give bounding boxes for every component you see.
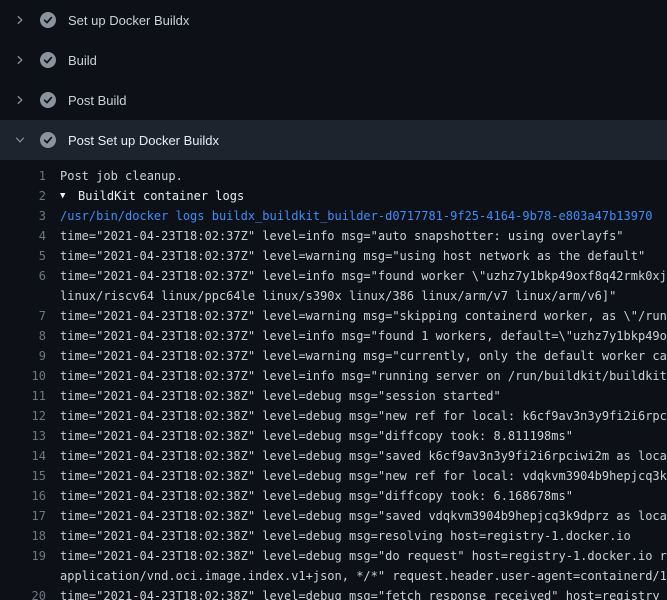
- log-line: 5 time="2021-04-23T18:02:37Z" level=warn…: [0, 246, 667, 266]
- job-log-panel: Set up Docker Buildx Build P: [0, 0, 667, 600]
- line-number[interactable]: 5: [0, 246, 46, 266]
- log-text: linux/riscv64 linux/ppc64le linux/s390x …: [60, 286, 616, 306]
- step-title: Build: [68, 53, 97, 68]
- log-text: time="2021-04-23T18:02:38Z" level=debug …: [60, 406, 667, 426]
- line-number[interactable]: 18: [0, 526, 46, 546]
- log-line: 17 time="2021-04-23T18:02:38Z" level=deb…: [0, 506, 667, 526]
- line-number[interactable]: 20: [0, 586, 46, 600]
- line-number[interactable]: 4: [0, 226, 46, 246]
- log-text: time="2021-04-23T18:02:37Z" level=info m…: [60, 226, 624, 246]
- log-text: time="2021-04-23T18:02:37Z" level=info m…: [60, 266, 667, 286]
- line-number[interactable]: 8: [0, 326, 46, 346]
- log-line: 11 time="2021-04-23T18:02:38Z" level=deb…: [0, 386, 667, 406]
- log-text: /usr/bin/docker logs buildx_buildkit_bui…: [60, 206, 652, 226]
- step-header[interactable]: Post Set up Docker Buildx: [0, 120, 667, 160]
- line-number[interactable]: 12: [0, 406, 46, 426]
- step-header[interactable]: Build: [0, 40, 667, 80]
- step-title: Post Build: [68, 93, 127, 108]
- line-number[interactable]: 1: [0, 166, 46, 186]
- log-line: application/vnd.oci.image.index.v1+json,…: [0, 566, 667, 586]
- line-number[interactable]: 16: [0, 486, 46, 506]
- log-line: 4 time="2021-04-23T18:02:37Z" level=info…: [0, 226, 667, 246]
- chevron-right-icon: [12, 54, 28, 66]
- chevron-down-icon: [12, 134, 28, 146]
- check-circle-icon: [40, 52, 56, 68]
- log-line: 8 time="2021-04-23T18:02:37Z" level=info…: [0, 326, 667, 346]
- line-number[interactable]: 14: [0, 446, 46, 466]
- log-text: time="2021-04-23T18:02:38Z" level=debug …: [60, 526, 631, 546]
- line-number[interactable]: 10: [0, 366, 46, 386]
- log-text: application/vnd.oci.image.index.v1+json,…: [60, 566, 667, 586]
- log-line: 20 time="2021-04-23T18:02:38Z" level=deb…: [0, 586, 667, 600]
- log-text: time="2021-04-23T18:02:38Z" level=debug …: [60, 446, 667, 466]
- log-line: 12 time="2021-04-23T18:02:38Z" level=deb…: [0, 406, 667, 426]
- log-line: 15 time="2021-04-23T18:02:38Z" level=deb…: [0, 466, 667, 486]
- log-text: time="2021-04-23T18:02:38Z" level=debug …: [60, 386, 501, 406]
- step-header[interactable]: Set up Docker Buildx: [0, 0, 667, 40]
- line-number[interactable]: 2: [0, 186, 46, 206]
- check-circle-icon: [40, 132, 56, 148]
- log-line: 9 time="2021-04-23T18:02:37Z" level=warn…: [0, 346, 667, 366]
- log-line: 2 ▼ BuildKit container logs: [0, 186, 667, 206]
- log-text: Post job cleanup.: [60, 166, 183, 186]
- line-number[interactable]: 13: [0, 426, 46, 446]
- log-text: time="2021-04-23T18:02:37Z" level=warnin…: [60, 306, 667, 326]
- step-header[interactable]: Post Build: [0, 80, 667, 120]
- line-number[interactable]: 11: [0, 386, 46, 406]
- log-text: time="2021-04-23T18:02:37Z" level=info m…: [60, 366, 667, 386]
- check-circle-icon: [40, 92, 56, 108]
- line-number[interactable]: 3: [0, 206, 46, 226]
- log-text: time="2021-04-23T18:02:38Z" level=debug …: [60, 546, 667, 566]
- chevron-right-icon: [12, 14, 28, 26]
- log-line: 1 Post job cleanup.: [0, 166, 667, 186]
- line-number[interactable]: 17: [0, 506, 46, 526]
- step-title: Post Set up Docker Buildx: [68, 133, 219, 148]
- log-line: 7 time="2021-04-23T18:02:37Z" level=warn…: [0, 306, 667, 326]
- line-number[interactable]: 15: [0, 466, 46, 486]
- log-text: time="2021-04-23T18:02:38Z" level=debug …: [60, 506, 667, 526]
- line-number[interactable]: 9: [0, 346, 46, 366]
- log-text: time="2021-04-23T18:02:37Z" level=info m…: [60, 326, 667, 346]
- log-line: 19 time="2021-04-23T18:02:38Z" level=deb…: [0, 546, 667, 566]
- log-text: time="2021-04-23T18:02:38Z" level=debug …: [60, 486, 573, 506]
- log-area: 1 Post job cleanup. 2 ▼ BuildKit contain…: [0, 160, 667, 600]
- log-line: 18 time="2021-04-23T18:02:38Z" level=deb…: [0, 526, 667, 546]
- log-text: time="2021-04-23T18:02:38Z" level=debug …: [60, 426, 573, 446]
- step-list: Set up Docker Buildx Build P: [0, 0, 667, 160]
- log-line: 6 time="2021-04-23T18:02:37Z" level=info…: [0, 266, 667, 286]
- check-circle-icon: [40, 12, 56, 28]
- line-number[interactable]: 6: [0, 266, 46, 286]
- log-line: linux/riscv64 linux/ppc64le linux/s390x …: [0, 286, 667, 306]
- chevron-right-icon: [12, 94, 28, 106]
- log-text: time="2021-04-23T18:02:38Z" level=debug …: [60, 586, 660, 600]
- line-number[interactable]: 19: [0, 546, 46, 566]
- log-line: 10 time="2021-04-23T18:02:37Z" level=inf…: [0, 366, 667, 386]
- step-title: Set up Docker Buildx: [68, 13, 189, 28]
- log-line: 16 time="2021-04-23T18:02:38Z" level=deb…: [0, 486, 667, 506]
- line-number[interactable]: [0, 566, 46, 586]
- log-text: time="2021-04-23T18:02:37Z" level=warnin…: [60, 346, 667, 366]
- log-line: 13 time="2021-04-23T18:02:38Z" level=deb…: [0, 426, 667, 446]
- group-toggle-icon[interactable]: ▼: [60, 186, 74, 206]
- log-text: time="2021-04-23T18:02:38Z" level=debug …: [60, 466, 667, 486]
- log-line: 14 time="2021-04-23T18:02:38Z" level=deb…: [0, 446, 667, 466]
- line-number[interactable]: [0, 286, 46, 306]
- log-text[interactable]: BuildKit container logs: [78, 186, 244, 206]
- log-line: 3 /usr/bin/docker logs buildx_buildkit_b…: [0, 206, 667, 226]
- line-number[interactable]: 7: [0, 306, 46, 326]
- log-text: time="2021-04-23T18:02:37Z" level=warnin…: [60, 246, 645, 266]
